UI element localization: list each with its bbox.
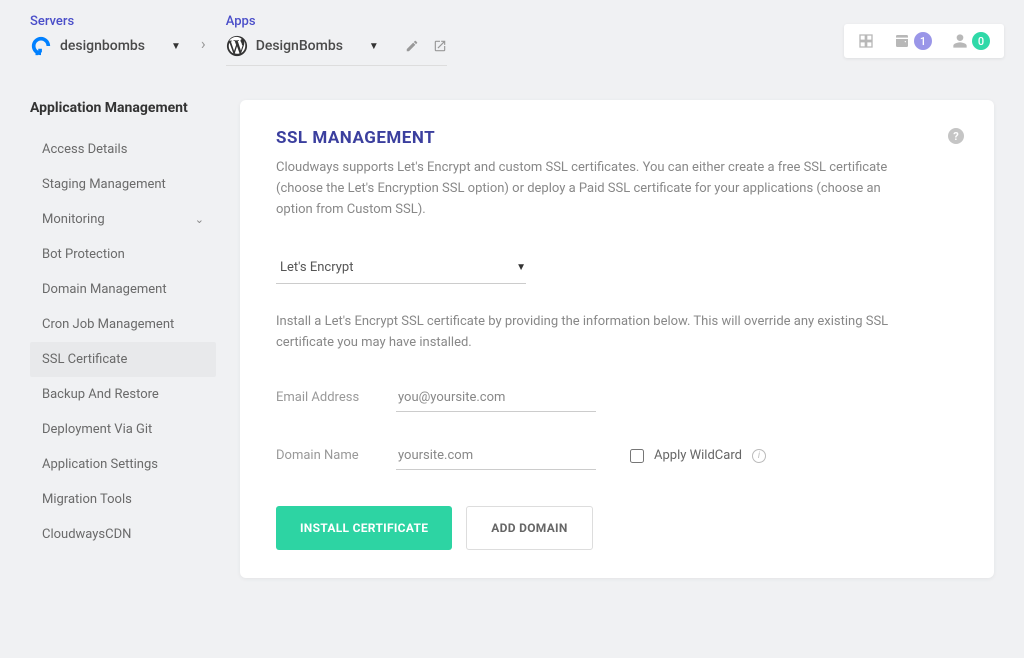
servers-label: Servers — [30, 14, 181, 29]
sidebar-title: Application Management — [30, 100, 216, 116]
sidebar-item-label: Bot Protection — [42, 247, 125, 262]
wallet-icon — [894, 33, 910, 49]
wildcard-label: Apply WildCard — [654, 448, 742, 463]
sidebar-item-deployment-via-git[interactable]: Deployment Via Git — [30, 412, 216, 447]
sidebar-item-label: Domain Management — [42, 282, 167, 297]
wildcard-checkbox[interactable] — [630, 449, 644, 463]
sidebar-item-cloudwayscdn[interactable]: CloudwaysCDN — [30, 517, 216, 552]
top-right-panel: 1 0 — [844, 24, 1004, 58]
caret-down-icon: ▼ — [369, 41, 379, 52]
servers-crumb: Servers designbombs ▼ — [30, 14, 181, 57]
app-name: DesignBombs — [256, 38, 343, 54]
wordpress-icon — [226, 35, 248, 57]
wallet-badge: 1 — [914, 32, 932, 50]
top-bar: Servers designbombs ▼ › Apps DesignBombs… — [0, 0, 1024, 70]
sidebar-item-application-settings[interactable]: Application Settings — [30, 447, 216, 482]
sidebar-item-backup-and-restore[interactable]: Backup And Restore — [30, 377, 216, 412]
help-icon[interactable]: ? — [948, 128, 964, 144]
grid-button[interactable] — [858, 33, 874, 49]
server-selector[interactable]: designbombs ▼ — [30, 35, 181, 57]
chevron-down-icon: ⌄ — [195, 213, 204, 226]
sidebar-item-label: Deployment Via Git — [42, 422, 152, 437]
sub-description: Install a Let's Encrypt SSL certificate … — [276, 312, 916, 354]
caret-down-icon: ▼ — [516, 262, 526, 273]
user-badge: 0 — [972, 32, 990, 50]
sidebar-item-label: Cron Job Management — [42, 317, 174, 332]
sidebar-item-access-details[interactable]: Access Details — [30, 132, 216, 167]
page-title: SSL MANAGEMENT — [276, 128, 958, 148]
app-selector[interactable]: DesignBombs ▼ — [226, 35, 447, 66]
sidebar-item-label: Migration Tools — [42, 492, 132, 507]
email-input[interactable] — [396, 384, 596, 412]
sidebar-item-ssl-certificate[interactable]: SSL Certificate — [30, 342, 216, 377]
page-description: Cloudways supports Let's Encrypt and cus… — [276, 158, 916, 220]
server-name: designbombs — [60, 38, 145, 54]
user-icon — [952, 33, 968, 49]
sidebar-item-label: Application Settings — [42, 457, 158, 472]
sidebar-item-label: Staging Management — [42, 177, 166, 192]
sidebar-item-bot-protection[interactable]: Bot Protection — [30, 237, 216, 272]
user-button[interactable]: 0 — [952, 32, 990, 50]
apps-label: Apps — [226, 14, 447, 29]
chevron-right-icon: › — [201, 14, 206, 53]
ssl-type-select[interactable]: Let's Encrypt ▼ — [276, 260, 526, 284]
email-label: Email Address — [276, 390, 376, 405]
sidebar-item-monitoring[interactable]: Monitoring ⌄ — [30, 202, 216, 237]
sidebar-item-migration-tools[interactable]: Migration Tools — [30, 482, 216, 517]
digitalocean-icon — [30, 35, 52, 57]
sidebar-item-label: CloudwaysCDN — [42, 527, 131, 542]
apps-crumb: Apps DesignBombs ▼ — [226, 14, 447, 66]
wallet-button[interactable]: 1 — [894, 32, 932, 50]
sidebar-item-domain-management[interactable]: Domain Management — [30, 272, 216, 307]
domain-input[interactable] — [396, 442, 596, 470]
add-domain-button[interactable]: ADD DOMAIN — [466, 506, 592, 550]
sidebar-item-label: Monitoring — [42, 212, 105, 227]
sidebar-item-staging-management[interactable]: Staging Management — [30, 167, 216, 202]
sidebar-item-label: SSL Certificate — [42, 352, 127, 367]
grid-icon — [858, 33, 874, 49]
external-link-icon[interactable] — [433, 39, 447, 53]
install-certificate-button[interactable]: INSTALL CERTIFICATE — [276, 506, 452, 550]
sidebar-item-label: Backup And Restore — [42, 387, 159, 402]
info-icon[interactable]: i — [752, 449, 766, 463]
main-panel: ? SSL MANAGEMENT Cloudways supports Let'… — [240, 100, 994, 578]
sidebar-item-label: Access Details — [42, 142, 127, 157]
edit-icon[interactable] — [405, 39, 419, 53]
caret-down-icon: ▼ — [171, 41, 181, 52]
sidebar-item-cron-job-management[interactable]: Cron Job Management — [30, 307, 216, 342]
domain-label: Domain Name — [276, 448, 376, 463]
sidebar: Application Management Access Details Sta… — [30, 100, 216, 578]
ssl-type-selected: Let's Encrypt — [280, 260, 353, 275]
